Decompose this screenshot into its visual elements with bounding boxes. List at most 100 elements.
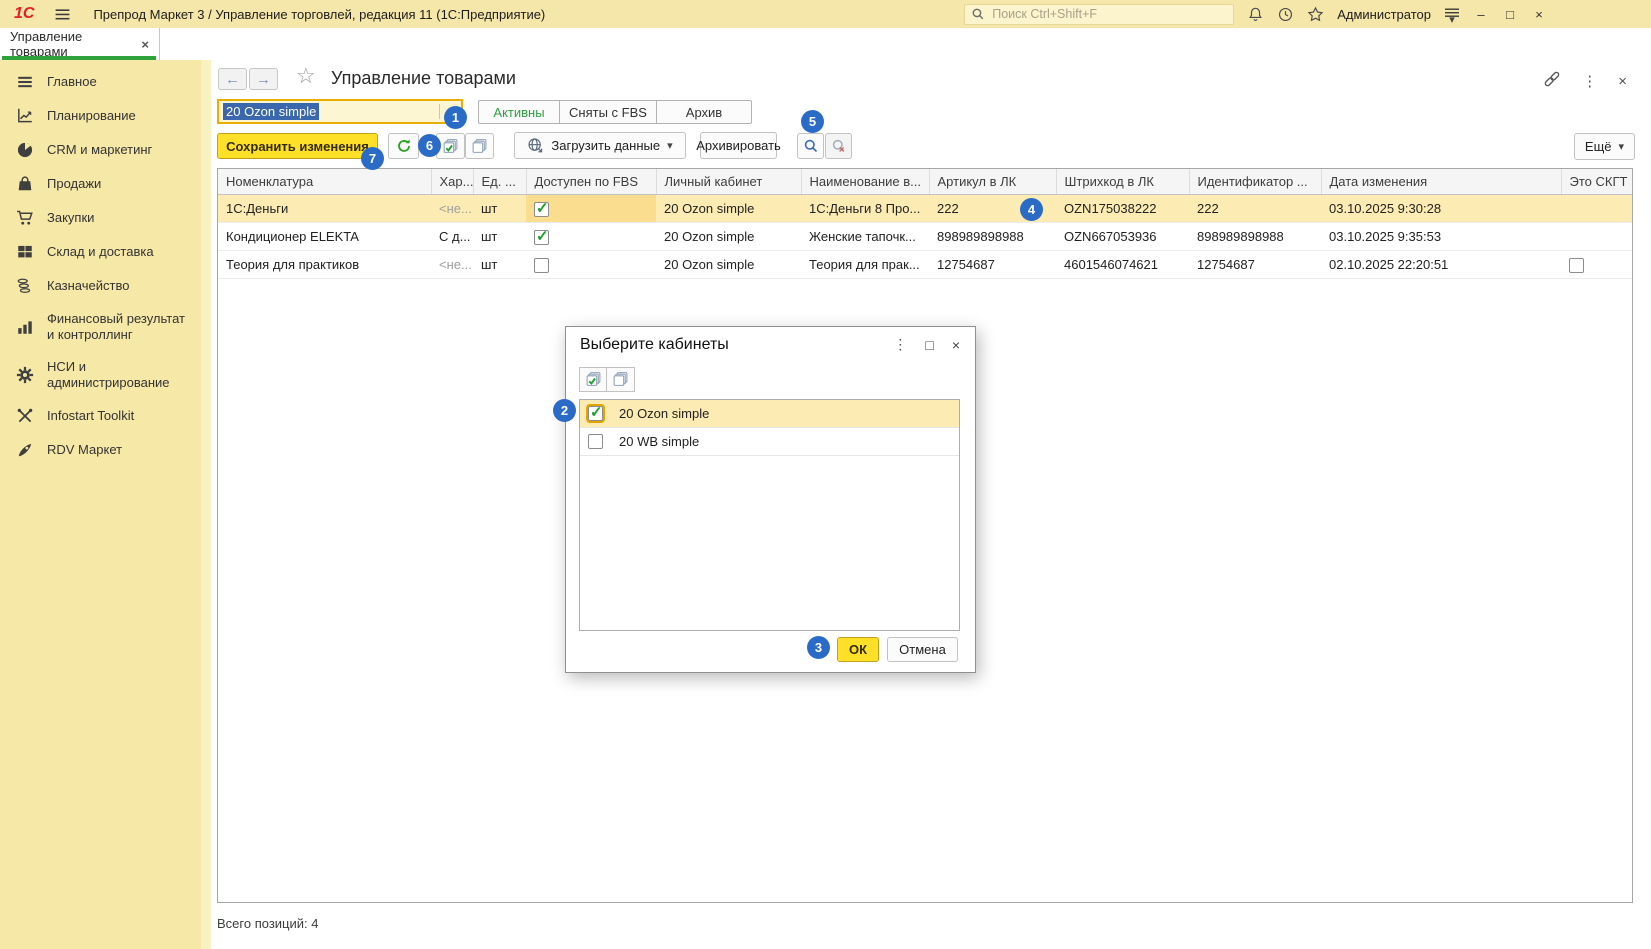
get-link-icon[interactable]	[1543, 70, 1561, 92]
col-nomenclature[interactable]: Номенклатура	[218, 169, 431, 195]
skgt-checkbox[interactable]	[1569, 258, 1584, 273]
annotation-badge-4: 4	[1020, 198, 1043, 221]
tab-removed-fbs[interactable]: Сняты с FBS	[560, 100, 657, 124]
cancel-button[interactable]: Отмена	[887, 637, 958, 662]
tab-bar: Управление товарами ×	[0, 28, 1651, 60]
favorite-star-icon[interactable]: ☆	[296, 63, 316, 89]
sidebar-item-purchases[interactable]: Закупки	[0, 201, 201, 235]
col-identifier[interactable]: Идентификатор ...	[1189, 169, 1321, 195]
more-menu-dots-icon[interactable]: ⋮	[1582, 72, 1597, 90]
tab-close-icon[interactable]: ×	[141, 37, 149, 52]
clear-all-icon	[612, 371, 629, 388]
dialog-close-icon[interactable]: ×	[952, 337, 960, 353]
col-characteristic[interactable]: Хар...	[431, 169, 473, 195]
1c-logo: 1С	[14, 5, 34, 23]
planning-icon	[16, 107, 34, 125]
tab-archive[interactable]: Архив	[657, 100, 752, 124]
sidebar: Главное Планирование CRM и маркетинг Про…	[0, 60, 201, 949]
annotation-badge-2: 2	[553, 399, 576, 422]
global-search-box[interactable]	[964, 4, 1234, 25]
filter-input[interactable]: 20 Ozon simple	[217, 99, 463, 124]
user-menu-icon[interactable]: ▾	[1444, 8, 1460, 23]
main-menu-icon[interactable]	[54, 6, 71, 23]
sidebar-item-sales[interactable]: Продажи	[0, 167, 201, 201]
sidebar-item-label: Продажи	[47, 176, 101, 192]
dialog-maximize-icon[interactable]: □	[925, 337, 933, 353]
chevron-down-icon: ▾	[667, 139, 673, 152]
clear-all-checkboxes-button[interactable]	[465, 133, 494, 159]
search-icon	[971, 7, 985, 21]
rocket-icon	[16, 441, 34, 459]
panel-close-icon[interactable]: ×	[1618, 73, 1627, 90]
sidebar-item-label: Казначейство	[47, 278, 129, 294]
more-label: Ещё	[1585, 139, 1612, 154]
fbs-checkbox[interactable]	[534, 230, 549, 245]
current-user[interactable]: Администратор	[1337, 7, 1431, 22]
fbs-checkbox[interactable]	[534, 202, 549, 217]
arrow-left-icon: ←	[225, 71, 240, 88]
sidebar-item-warehouse[interactable]: Склад и доставка	[0, 235, 201, 269]
col-cabinet[interactable]: Личный кабинет	[656, 169, 801, 195]
table-header[interactable]: Номенклатура Хар... Ед. ... Доступен по …	[218, 169, 1632, 195]
sidebar-item-finance[interactable]: Финансовый результат и контроллинг	[0, 303, 201, 351]
table-search-button[interactable]	[797, 133, 824, 159]
window-maximize-button[interactable]: □	[1502, 7, 1518, 22]
global-search-input[interactable]	[990, 6, 1227, 22]
notifications-bell-icon[interactable]	[1247, 6, 1264, 23]
nav-back-button[interactable]: ←	[218, 68, 247, 90]
dialog-check-all-button[interactable]	[579, 367, 607, 392]
archive-button[interactable]: Архивировать	[700, 132, 777, 159]
tab-product-management[interactable]: Управление товарами ×	[0, 28, 160, 60]
favorites-star-icon[interactable]	[1307, 6, 1324, 23]
table-row[interactable]: 1С:Деньги <не... шт 20 Ozon simple 1С:Де…	[218, 195, 1632, 223]
total-positions: Всего позиций: 4	[217, 916, 318, 931]
col-lk-article[interactable]: Артикул в ЛК	[929, 169, 1056, 195]
ok-button[interactable]: ОК	[837, 637, 879, 662]
sidebar-item-admin[interactable]: НСИ и администрирование	[0, 351, 201, 399]
window-title: Препрод Маркет 3 / Управление торговлей,…	[93, 7, 545, 22]
col-lk-name[interactable]: Наименование в...	[801, 169, 929, 195]
save-changes-button[interactable]: Сохранить изменения	[217, 133, 378, 159]
window-minimize-button[interactable]: –	[1473, 7, 1489, 22]
cabinet-checkbox[interactable]	[588, 434, 603, 449]
history-icon[interactable]	[1277, 6, 1294, 23]
sidebar-item-planning[interactable]: Планирование	[0, 99, 201, 133]
cancel-search-button[interactable]	[825, 133, 852, 159]
cabinet-checkbox[interactable]	[588, 406, 603, 421]
sidebar-item-treasury[interactable]: Казначейство	[0, 269, 201, 303]
col-lk-barcode[interactable]: Штрихкод в ЛК	[1056, 169, 1189, 195]
refresh-button[interactable]	[388, 133, 419, 159]
dialog-menu-dots-icon[interactable]: ⋮	[893, 336, 907, 353]
sidebar-item-rdv-market[interactable]: RDV Маркет	[0, 433, 201, 467]
sidebar-item-main[interactable]: Главное	[0, 65, 201, 99]
sidebar-item-crm[interactable]: CRM и маркетинг	[0, 133, 201, 167]
col-unit[interactable]: Ед. ...	[473, 169, 526, 195]
load-data-button[interactable]: Загрузить данные ▾	[514, 132, 686, 159]
fbs-checkbox[interactable]	[534, 258, 549, 273]
sidebar-item-infostart-toolkit[interactable]: Infostart Toolkit	[0, 399, 201, 433]
dialog-uncheck-all-button[interactable]	[607, 367, 635, 392]
table-row[interactable]: Кондиционер ELEKTA С д... шт 20 Ozon sim…	[218, 223, 1632, 251]
table-row[interactable]: Теория для практиков <не... шт 20 Ozon s…	[218, 251, 1632, 279]
annotation-badge-7: 7	[361, 147, 384, 170]
sidebar-item-label: Infostart Toolkit	[47, 408, 134, 424]
col-skgt[interactable]: Это СКГТ	[1561, 169, 1632, 195]
col-fbs-available[interactable]: Доступен по FBS	[526, 169, 656, 195]
window-close-button[interactable]: ×	[1531, 7, 1547, 22]
application-window: 1С Препрод Маркет 3 / Управление торговл…	[0, 0, 1651, 949]
cabinet-list-item[interactable]: 20 WB simple	[580, 428, 959, 456]
sidebar-item-label: НСИ и администрирование	[47, 359, 195, 391]
search-icon	[803, 138, 819, 154]
annotation-badge-3: 3	[807, 636, 830, 659]
check-all-icon	[585, 371, 602, 388]
cabinet-list-item[interactable]: 20 Ozon simple	[580, 400, 959, 428]
col-modified-date[interactable]: Дата изменения	[1321, 169, 1561, 195]
filter-selected-text: 20 Ozon simple	[223, 103, 319, 120]
more-button[interactable]: Ещё ▾	[1574, 133, 1635, 160]
filter-combo-divider	[439, 104, 440, 119]
nav-forward-button[interactable]: →	[249, 68, 278, 90]
tab-active-products[interactable]: Активны	[478, 100, 560, 124]
annotation-badge-1: 1	[444, 106, 467, 129]
cabinet-label: 20 Ozon simple	[619, 406, 709, 421]
menu-icon	[16, 73, 34, 91]
